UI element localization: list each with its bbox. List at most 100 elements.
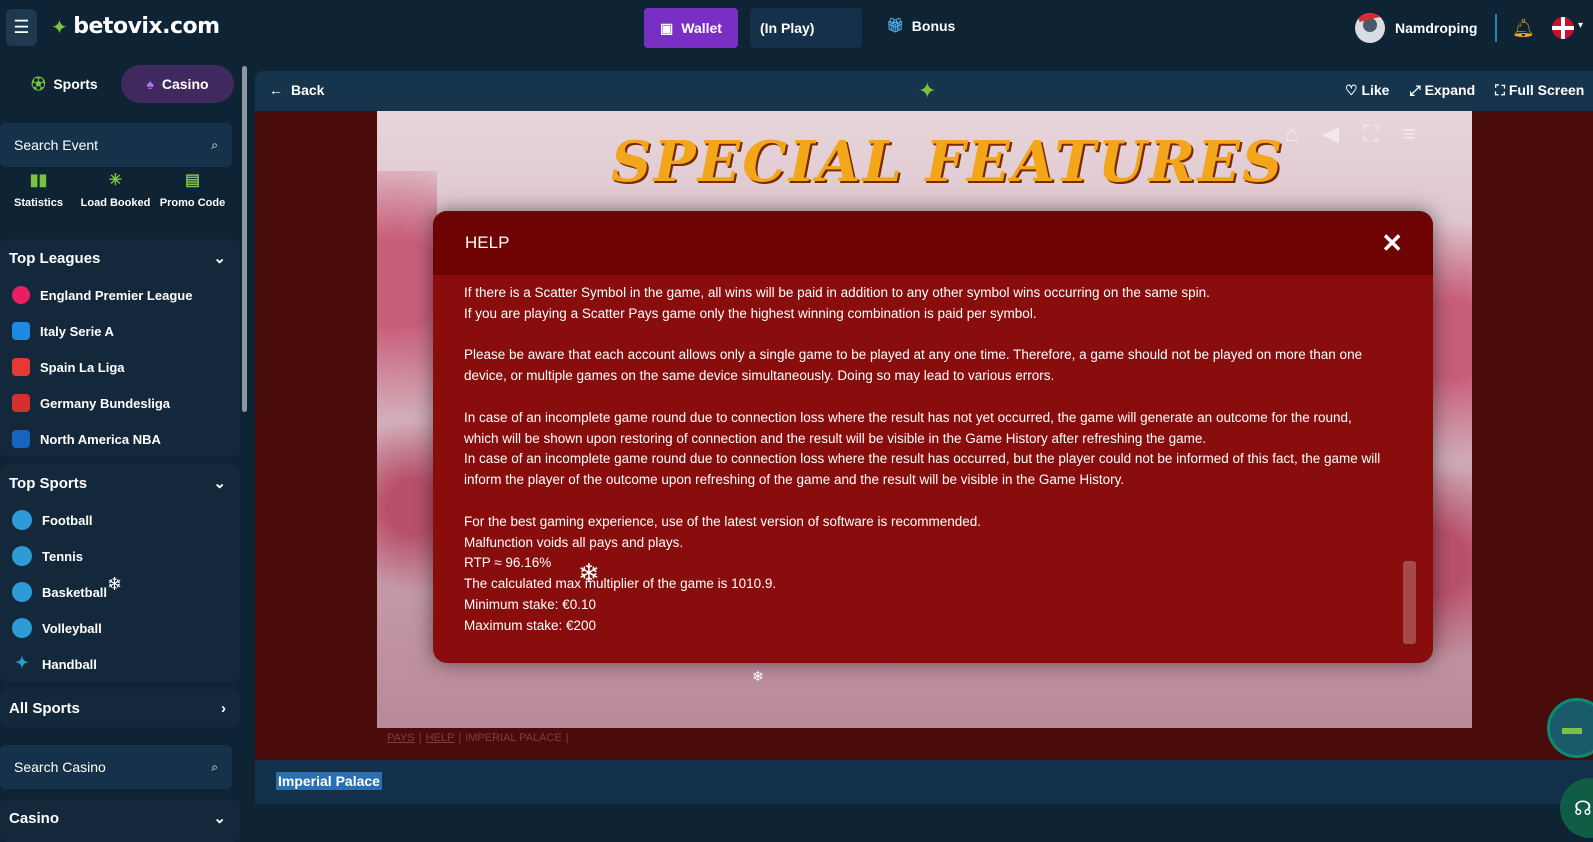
league-item-germany-bundesliga[interactable]: Germany Bundesliga [0,385,240,421]
sidebar: ⚽︎ Sports ♠ Casino Search Event ⌕ ▮▮ Sta… [0,57,247,842]
sport-label: Football [42,512,93,528]
tab-help[interactable]: HELP [426,732,455,744]
in-play-button[interactable]: (In Play) [750,8,862,48]
max-multiplier: The calculated max multiplier of the gam… [464,576,777,592]
sidebar-scrollbar[interactable] [242,66,247,412]
brand-logo[interactable]: ✦ betovix.com [51,14,220,39]
statistics-label: Statistics [14,197,63,209]
chevron-down-icon: ⌄ [213,250,226,267]
league-item-italy-serie-a[interactable]: Italy Serie A [0,313,240,349]
bundesliga-icon [12,394,30,412]
ticket-icon: ▬ [1562,716,1582,739]
sport-item-football[interactable]: Football [0,502,240,538]
heart-icon: ♡ [1345,82,1358,98]
speaker-icon[interactable]: ◀︎ [1322,121,1339,147]
tab-sports-label: Sports [53,76,98,92]
league-item-england-premier-league[interactable]: England Premier League [0,277,240,313]
special-features-banner: SPECIAL FEATURES [611,129,1285,195]
football-icon [12,510,32,530]
hamburger-menu-button[interactable]: ☰ [6,9,37,46]
load-booked-label: Load Booked [80,197,151,209]
help-paragraph: If you are playing a Scatter Pays game o… [464,305,1037,321]
help-paragraph: If there is a Scatter Symbol in the game… [464,285,1210,300]
bonus-label: Bonus [911,17,956,34]
close-icon[interactable]: ✕ [1381,228,1403,259]
help-paragraph: In case of an incomplete game round due … [464,451,1381,488]
snowflake-icon: ❄ [752,668,764,684]
help-paragraph: Please be aware that each account allows… [464,347,1363,384]
spade-icon: ♠ [146,76,154,92]
home-icon[interactable]: ⌂ [1285,121,1298,147]
sport-label: Tennis [42,548,83,564]
arrow-left-icon: ← [269,82,283,98]
menu-icon[interactable]: ≡ [1403,121,1416,147]
fullscreen-icon[interactable]: ⛶ [1363,121,1378,147]
casino-title: Casino [9,809,60,827]
maximum-stake: Maximum stake: €200 [464,617,597,633]
avatar [1355,13,1385,43]
league-item-north-america-nba[interactable]: North America NBA [0,421,240,457]
wallet-button[interactable]: ▣ Wallet [644,8,738,48]
bonus-button[interactable]: 🎁︎ Bonus [886,17,955,34]
expand-button[interactable]: ⤢ Expand [1409,82,1475,99]
search-event-input[interactable]: Search Event ⌕ [0,123,232,167]
la-liga-icon [12,358,30,376]
cherry-blossom-decoration [377,171,437,728]
all-sports-header[interactable]: All Sports › [0,689,240,727]
tab-imperial-palace[interactable]: IMPERIAL PALACE [465,732,562,744]
sport-item-handball[interactable]: ✦ Handball [0,646,240,682]
chevron-right-icon: › [221,699,226,717]
casino-header[interactable]: Casino ⌄ [0,799,240,837]
like-label: Like [1361,82,1390,98]
league-label: England Premier League [40,287,193,303]
help-modal-header: HELP ✕ [433,211,1433,275]
minimum-stake: Minimum stake: €0.10 [464,596,597,612]
serie-a-icon [12,322,30,340]
top-sports-title: Top Sports [9,474,88,492]
game-title: Imperial Palace [276,772,382,790]
sport-item-volleyball[interactable]: Volleyball [0,610,240,646]
user-menu[interactable]: Namdroping [1355,13,1477,43]
search-casino-input[interactable]: Search Casino ⌕ [0,745,232,789]
headset-icon: ☊ [1574,797,1592,820]
top-leagues-header[interactable]: Top Leagues ⌄ [0,239,240,277]
modal-scrollbar[interactable] [1403,561,1416,644]
in-play-label: (In Play) [760,20,815,36]
sport-item-tennis[interactable]: Tennis [0,538,240,574]
all-sports-title: All Sports [9,699,80,717]
league-label: Spain La Liga [40,359,125,375]
uk-flag-icon[interactable] [1552,17,1574,39]
help-modal: HELP ✕ If there is a Scatter Symbol in t… [433,211,1433,663]
tab-casino[interactable]: ♠ Casino [121,65,234,103]
all-sports-panel[interactable]: All Sports › [0,689,240,727]
top-sports-header[interactable]: Top Sports ⌄ [0,464,240,502]
search-icon: ⌕ [211,137,218,152]
fullscreen-button[interactable]: ⛶ Full Screen [1495,82,1584,99]
tab-pays[interactable]: PAYS [387,732,415,744]
bell-icon[interactable]: 🔔︎ [1512,18,1535,39]
chevron-down-icon[interactable]: ▾ [1578,20,1583,31]
help-paragraph: For the best gaming experience, use of t… [464,513,982,529]
premier-league-icon [12,286,30,304]
game-controls: ⌂ ◀︎ ⛶ ≡ [1285,121,1415,147]
search-casino-placeholder: Search Casino [14,759,106,775]
sport-label: Basketball [42,584,108,600]
expand-label: Expand [1424,82,1476,98]
fullscreen-label: Full Screen [1508,82,1585,98]
tab-sports[interactable]: ⚽︎ Sports [8,65,121,103]
statistics-link[interactable]: ▮▮ Statistics [0,169,77,233]
league-item-spain-la-liga[interactable]: Spain La Liga [0,349,240,385]
like-button[interactable]: ♡ Like [1345,82,1389,99]
game-title-bar: Imperial Palace [255,760,1593,804]
league-label: Italy Serie A [40,323,114,339]
handball-icon: ✦ [15,655,29,672]
bottom-bar [255,804,1593,842]
top-leagues-panel: Top Leagues ⌄ England Premier League Ita… [0,239,240,457]
load-booked-link[interactable]: ✳ Load Booked [77,169,154,233]
sport-label: Handball [42,656,97,672]
ticket-icon: ▤ [184,172,201,189]
back-button[interactable]: ← Back [269,82,324,98]
help-modal-title: HELP [465,233,510,252]
back-label: Back [291,82,325,98]
promo-code-link[interactable]: ▤ Promo Code [154,169,231,233]
